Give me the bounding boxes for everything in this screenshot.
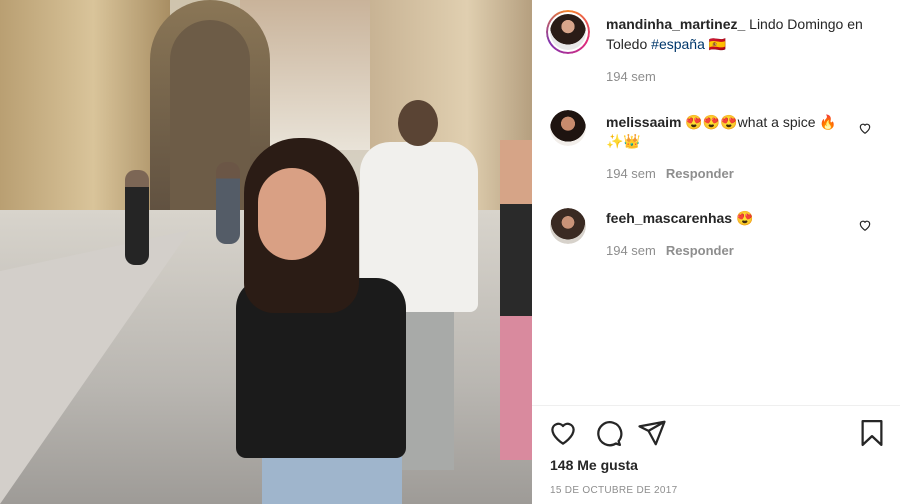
comment-meta: 194 sem Responder — [606, 243, 734, 258]
caption-hashtag[interactable]: #españa — [651, 36, 705, 52]
post-time[interactable]: 194 sem — [606, 69, 656, 84]
comment-like-heart-icon[interactable] — [858, 121, 872, 135]
comment-time[interactable]: 194 sem — [606, 166, 656, 181]
comment-item: feeh_mascarenhas 😍 — [606, 209, 846, 228]
author-username[interactable]: mandinha_martinez_ — [606, 16, 745, 32]
bookmark-icon[interactable] — [857, 418, 887, 448]
photo-pedestrian — [125, 170, 149, 265]
comment-time[interactable]: 194 sem — [606, 243, 656, 258]
reply-button[interactable]: Responder — [666, 166, 734, 181]
post-photo[interactable] — [0, 0, 532, 504]
comment-username[interactable]: melissaaim — [606, 114, 682, 130]
reply-button[interactable]: Responder — [666, 243, 734, 258]
comment-meta: 194 sem Responder — [606, 166, 734, 181]
heart-icon[interactable] — [548, 418, 578, 448]
actions-divider — [532, 405, 900, 406]
photo-woman — [222, 138, 412, 504]
post-date[interactable]: 15 DE OCTUBRE DE 2017 — [550, 485, 677, 496]
author-avatar[interactable] — [546, 10, 590, 54]
likes-count[interactable]: 148 Me gusta — [550, 457, 638, 473]
comment-like-heart-icon[interactable] — [858, 218, 872, 232]
post-caption: mandinha_martinez_ Lindo Domingo en Tole… — [606, 14, 876, 54]
comment-item: melissaaim 😍😍😍what a spice 🔥✨👑 — [606, 113, 846, 151]
comment-body: 😍 — [735, 210, 754, 226]
post-details-panel: mandinha_martinez_ Lindo Domingo en Tole… — [532, 0, 900, 504]
share-icon[interactable] — [637, 418, 667, 448]
comment-icon[interactable] — [593, 418, 623, 448]
comment-avatar[interactable] — [550, 110, 586, 146]
comment-avatar[interactable] — [550, 208, 586, 244]
comment-username[interactable]: feeh_mascarenhas — [606, 210, 732, 226]
flag-emoji: 🇪🇸 — [708, 36, 727, 52]
photo-edge-figure — [500, 140, 532, 460]
